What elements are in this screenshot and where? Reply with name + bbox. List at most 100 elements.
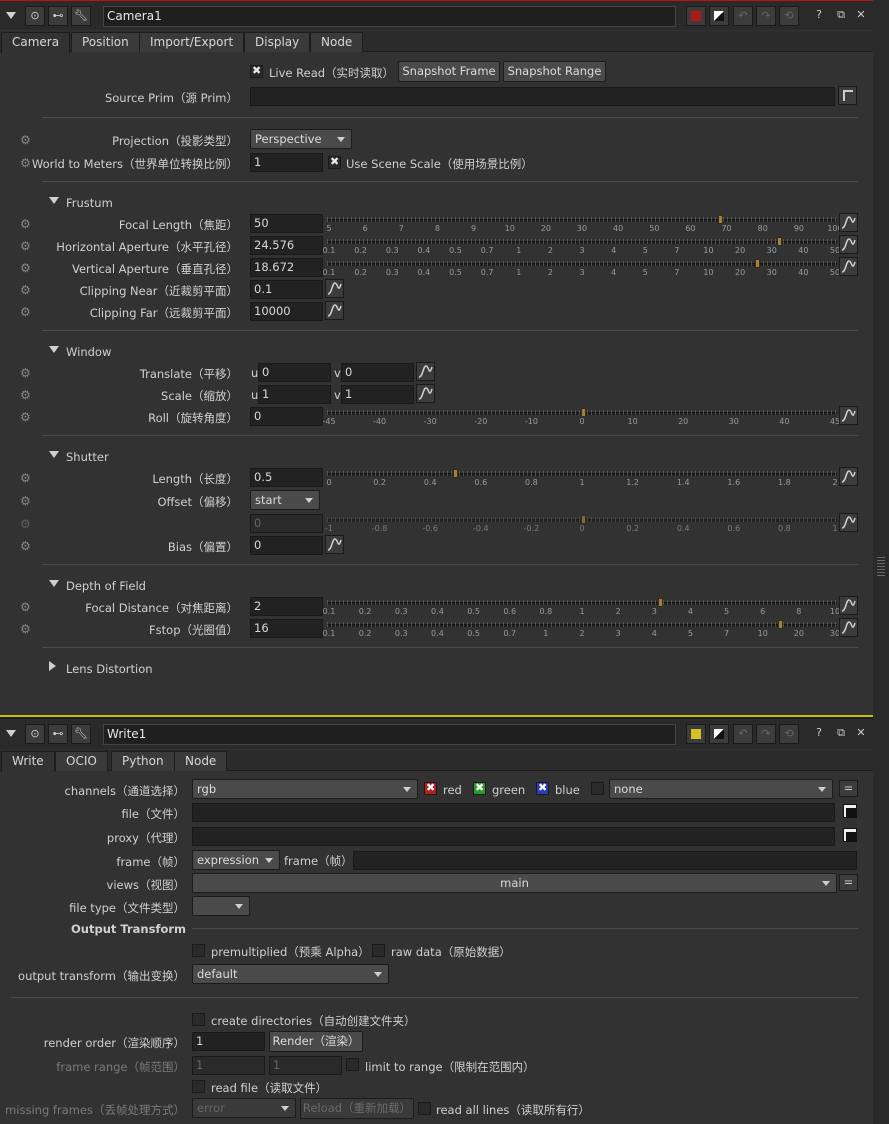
dof-collapse-icon[interactable] <box>49 580 59 587</box>
file-type-dropdown[interactable] <box>192 896 250 916</box>
float-panel-button[interactable]: ⊷ <box>48 724 68 744</box>
animation-icon[interactable]: ⚙︎ <box>20 539 36 553</box>
tree-picker-icon[interactable] <box>838 86 857 105</box>
default-color-button[interactable] <box>709 724 729 744</box>
source-prim-field[interactable] <box>250 87 835 106</box>
blue-channel-checkbox[interactable] <box>536 781 549 795</box>
channels-dropdown[interactable]: rgb <box>192 779 418 799</box>
roll-field[interactable]: 0 <box>250 407 323 426</box>
slider-knob[interactable] <box>581 408 586 417</box>
animation-icon[interactable]: ⚙︎ <box>20 471 36 485</box>
undo-button[interactable]: ↶ <box>733 6 753 26</box>
curve-editor-icon[interactable] <box>839 406 858 425</box>
offset-dropdown[interactable]: start <box>250 490 320 510</box>
curve-editor-icon[interactable] <box>325 301 344 320</box>
frame-range-start-field[interactable]: 1 <box>192 1056 265 1075</box>
center-node-button[interactable]: ⊙ <box>25 6 45 26</box>
frustum-collapse-icon[interactable] <box>49 197 59 204</box>
frame-mode-dropdown[interactable]: expression <box>192 850 280 870</box>
tab-camera[interactable]: Camera <box>1 32 71 53</box>
raw-data-checkbox[interactable] <box>372 944 385 957</box>
float-panel-button[interactable]: ⊷ <box>48 6 68 26</box>
custom-offset-slider[interactable]: -1 -0.8 -0.6 -0.4 -0.2 0 0.2 0.4 0.6 0.8 1 <box>325 515 838 535</box>
curve-editor-icon[interactable] <box>839 213 858 232</box>
tab-display[interactable]: Display <box>244 32 311 52</box>
clip-near-field[interactable]: 0.1 <box>250 280 323 299</box>
tab-node[interactable]: Node <box>310 32 364 52</box>
tab-write[interactable]: Write <box>1 751 55 772</box>
maximize-button[interactable]: ⧉ <box>831 6 851 26</box>
collapse-icon[interactable] <box>6 730 16 737</box>
animation-icon[interactable]: ⚙︎ <box>20 517 36 531</box>
wrench-icon[interactable]: 🔧︎ <box>71 724 91 744</box>
collapse-icon[interactable] <box>6 12 16 19</box>
proxy-field[interactable] <box>192 827 835 846</box>
render-button[interactable]: Render（渲染） <box>269 1031 363 1052</box>
lens-distortion-expand-icon[interactable] <box>49 661 56 671</box>
missing-frames-dropdown[interactable]: error <box>192 1098 296 1118</box>
v-aperture-field[interactable]: 18.672 <box>250 258 323 277</box>
animation-icon[interactable]: ⚙︎ <box>20 133 36 147</box>
animation-icon[interactable]: ⚙︎ <box>20 622 36 636</box>
length-slider[interactable]: 0 0.2 0.4 0.6 0.8 1 1.2 1.4 1.6 1.8 2 <box>326 469 838 489</box>
redo-button[interactable]: ↷ <box>756 6 776 26</box>
output-transform-dropdown[interactable]: default <box>192 964 389 984</box>
curve-editor-icon[interactable] <box>416 384 435 403</box>
premultiplied-checkbox[interactable] <box>192 944 205 957</box>
slider-knob[interactable] <box>718 215 723 224</box>
v-aperture-slider[interactable]: 0.1 0.2 0.3 0.4 0.5 0.7 1 2 3 4 5 7 10 20 30 40 50 <box>323 259 840 279</box>
custom-offset-field[interactable]: 0 <box>250 514 323 533</box>
tab-node[interactable]: Node <box>174 751 228 771</box>
read-file-checkbox[interactable] <box>192 1080 205 1093</box>
shutter-collapse-icon[interactable] <box>49 451 59 458</box>
red-channel-checkbox[interactable] <box>424 781 437 795</box>
create-directories-checkbox[interactable] <box>192 1013 205 1026</box>
focal-distance-field[interactable]: 2 <box>250 597 323 616</box>
translate-v-field[interactable]: 0 <box>341 363 414 382</box>
animation-icon[interactable]: ⚙︎ <box>20 366 36 380</box>
animation-icon[interactable]: ⚙︎ <box>20 494 36 508</box>
node-name-field[interactable]: Write1 <box>103 724 676 745</box>
h-aperture-field[interactable]: 24.576 <box>250 236 323 255</box>
scale-v-field[interactable]: 1 <box>341 385 414 404</box>
alpha-channel-checkbox[interactable] <box>591 782 604 795</box>
slider-knob[interactable] <box>777 237 782 246</box>
animation-icon[interactable]: ⚙︎ <box>20 217 36 231</box>
revert-button[interactable]: ⟲ <box>779 724 799 744</box>
maximize-button[interactable]: ⧉ <box>831 724 851 744</box>
slider-knob[interactable] <box>453 469 458 478</box>
redo-button[interactable]: ↷ <box>756 724 776 744</box>
slider-knob[interactable] <box>755 259 760 268</box>
bias-field[interactable]: 0 <box>250 536 323 555</box>
file-field[interactable] <box>192 803 835 822</box>
fstop-slider[interactable]: 0.1 0.2 0.3 0.4 0.5 0.7 1 2 3 4 5 7 10 20 30 <box>323 620 840 640</box>
snapshot-frame-button[interactable]: Snapshot Frame <box>398 61 500 82</box>
curve-editor-icon[interactable] <box>839 467 858 486</box>
scrollbar[interactable] <box>873 0 889 1124</box>
color-swatch[interactable] <box>686 724 706 744</box>
channel-menu-button[interactable]: = <box>839 780 858 797</box>
window-collapse-icon[interactable] <box>49 346 59 353</box>
curve-editor-icon[interactable] <box>839 618 858 637</box>
views-dropdown[interactable]: main <box>192 873 837 893</box>
focal-distance-slider[interactable]: 0.1 0.2 0.3 0.4 0.5 0.6 0.8 1 2 3 4 5 6 8 10 <box>323 598 840 618</box>
tab-ocio[interactable]: OCIO <box>55 751 108 771</box>
frame-range-end-field[interactable]: 1 <box>269 1056 342 1075</box>
animation-icon[interactable]: ⚙︎ <box>20 410 36 424</box>
animation-icon[interactable]: ⚙︎ <box>20 283 36 297</box>
folder-icon[interactable] <box>843 804 857 818</box>
curve-editor-icon[interactable] <box>839 235 858 254</box>
close-icon[interactable]: ✕ <box>851 6 871 26</box>
default-color-button[interactable] <box>709 6 729 26</box>
wrench-icon[interactable]: 🔧︎ <box>71 6 91 26</box>
curve-editor-icon[interactable] <box>839 596 858 615</box>
undo-button[interactable]: ↶ <box>733 724 753 744</box>
curve-editor-icon[interactable] <box>325 279 344 298</box>
world-to-meters-field[interactable]: 1 <box>250 153 323 172</box>
frame-expression-field[interactable] <box>353 851 857 870</box>
revert-button[interactable]: ⟲ <box>779 6 799 26</box>
use-scene-scale-checkbox[interactable] <box>328 155 341 169</box>
animation-icon[interactable]: ⚙︎ <box>20 261 36 275</box>
animation-icon[interactable]: ⚙︎ <box>20 305 36 319</box>
alpha-dropdown[interactable]: none <box>609 779 833 799</box>
